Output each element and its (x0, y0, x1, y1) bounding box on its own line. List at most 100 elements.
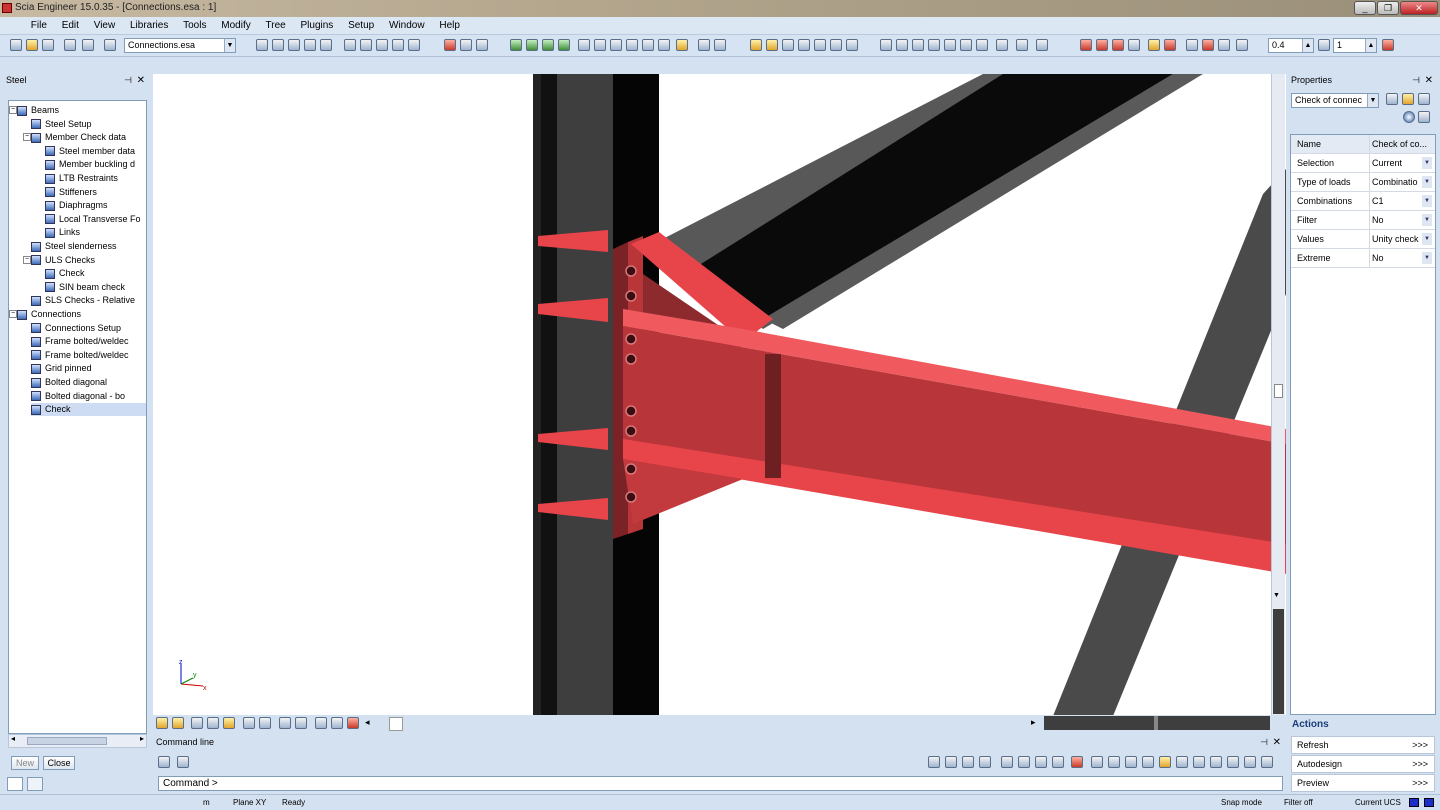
chevron-down-icon[interactable]: ▼ (1422, 176, 1432, 188)
menu-view[interactable]: View (88, 17, 122, 35)
render-icon[interactable] (676, 39, 688, 51)
snap-icon[interactable] (979, 756, 991, 768)
property-row[interactable]: Type of loads Combinatio ▼ (1291, 173, 1435, 192)
snap-icon[interactable] (1227, 756, 1239, 768)
view-tab-icon[interactable] (347, 717, 359, 729)
pin-icon[interactable]: ⊣ (1412, 73, 1420, 88)
tree-item[interactable]: LTB Restraints (45, 172, 118, 185)
results-icon[interactable] (1080, 39, 1092, 51)
tree-item[interactable]: − ULS Checks (23, 254, 95, 267)
undo-icon[interactable] (64, 39, 76, 51)
material-icon[interactable] (304, 39, 316, 51)
tree-item[interactable]: Local Transverse Fo (45, 213, 141, 226)
status-plane[interactable]: Plane XY (233, 795, 266, 810)
chevron-down-icon[interactable]: ▼ (224, 39, 235, 52)
close-window-button[interactable]: ✕ (1400, 1, 1438, 15)
chevron-down-icon[interactable]: ▼ (1422, 214, 1432, 226)
view-tab-blank[interactable] (389, 717, 403, 731)
snap-icon[interactable] (1261, 756, 1273, 768)
select-filter-icon[interactable] (1386, 93, 1398, 105)
column-icon[interactable] (896, 39, 908, 51)
tree-item[interactable]: Steel slenderness (31, 240, 117, 253)
tree-item[interactable]: Frame bolted/weldec (31, 349, 129, 362)
grid-icon[interactable] (976, 39, 988, 51)
target-icon[interactable] (1164, 39, 1176, 51)
viewport-horizontal-scrollbar[interactable] (1044, 716, 1270, 730)
autodesign-action[interactable]: Autodesign >>> (1291, 755, 1435, 773)
chevron-down-icon[interactable]: ▼ (1422, 157, 1432, 169)
properties-combo[interactable]: Check of connec ▼ (1291, 93, 1379, 108)
open-file-icon[interactable] (26, 39, 38, 51)
report-icon[interactable] (392, 39, 404, 51)
ucs-icon[interactable] (1409, 798, 1419, 807)
property-row[interactable]: Selection Current ▼ (1291, 154, 1435, 173)
property-row[interactable]: Combinations C1 ▼ (1291, 192, 1435, 211)
print-preview-icon[interactable] (360, 39, 372, 51)
select-icon[interactable] (444, 39, 456, 51)
chevron-down-icon[interactable]: ▼ (1422, 233, 1432, 245)
view-tab-icon[interactable] (207, 717, 219, 729)
eraser-icon[interactable] (1218, 39, 1230, 51)
menu-plugins[interactable]: Plugins (294, 17, 339, 35)
view-tab-icon[interactable] (172, 717, 184, 729)
redo-icon[interactable] (82, 39, 94, 51)
property-value[interactable]: Check of co... (1372, 135, 1430, 153)
structure-view-icon[interactable] (750, 39, 762, 51)
tree-expand-toggle[interactable]: − (9, 310, 17, 318)
picture-icon[interactable] (408, 39, 420, 51)
view-tab-icon[interactable] (331, 717, 343, 729)
support-view-icon[interactable] (846, 39, 858, 51)
tree-item[interactable]: Steel Setup (31, 118, 92, 131)
tree-item[interactable]: Bolted diagonal (31, 376, 107, 389)
snap-icon[interactable] (1210, 756, 1222, 768)
tree-expand-toggle[interactable]: − (23, 133, 31, 142)
scale-stepper[interactable]: 0.4 ▲ (1268, 38, 1314, 53)
view-tab-icon[interactable] (259, 717, 271, 729)
snap-icon[interactable] (1001, 756, 1013, 768)
scrollbar-thumb[interactable] (1154, 716, 1158, 730)
color-icon[interactable] (1403, 111, 1415, 123)
node-view-icon[interactable] (814, 39, 826, 51)
tree-item[interactable]: Diaphragms (45, 199, 108, 212)
dimension-icon[interactable] (1382, 39, 1394, 51)
zoom-all-icon[interactable] (578, 39, 590, 51)
warning-icon[interactable] (1202, 39, 1214, 51)
truss-icon[interactable] (960, 39, 972, 51)
tree-item[interactable]: Connections Setup (31, 322, 121, 335)
refresh-more-button[interactable]: >>> (1412, 737, 1428, 754)
chevron-down-icon[interactable]: ▼ (1422, 195, 1432, 207)
tree-item[interactable]: SIN beam check (45, 281, 125, 294)
tree-item[interactable]: Links (45, 226, 80, 239)
app-icon[interactable] (2, 3, 12, 13)
labels-icon[interactable] (714, 39, 726, 51)
close-icon[interactable]: ✕ (137, 73, 145, 88)
pin-icon[interactable]: ⊣ (124, 73, 132, 88)
scroll-right-icon[interactable]: ▸ (140, 734, 144, 743)
document-icon[interactable] (376, 39, 388, 51)
app-menu-icon[interactable] (0, 17, 22, 35)
section-icon[interactable] (320, 39, 332, 51)
menu-tools[interactable]: Tools (177, 17, 212, 35)
property-row[interactable]: Extreme No ▼ (1291, 249, 1435, 268)
analysis-icon[interactable] (1036, 39, 1048, 51)
3d-viewport[interactable]: z x y (153, 74, 1286, 716)
library-icon[interactable] (288, 39, 300, 51)
layer-icon[interactable] (256, 39, 268, 51)
scale-icon[interactable] (1318, 39, 1330, 51)
view-z-icon[interactable] (542, 39, 554, 51)
status-filter[interactable]: Filter off (1284, 795, 1313, 810)
preview-action[interactable]: Preview >>> (1291, 774, 1435, 792)
pencil-icon[interactable] (177, 756, 189, 768)
pan-icon[interactable] (658, 39, 670, 51)
refresh-action[interactable]: Refresh >>> (1291, 736, 1435, 754)
zoom-window-icon[interactable] (626, 39, 638, 51)
table-icon[interactable] (272, 39, 284, 51)
member-view-icon[interactable] (798, 39, 810, 51)
find-icon[interactable] (460, 39, 472, 51)
view-tab-icon[interactable] (191, 717, 203, 729)
view-tab-icon[interactable] (223, 717, 235, 729)
filter-icon[interactable] (1402, 93, 1414, 105)
project-icon[interactable] (104, 39, 116, 51)
menu-file[interactable]: File (25, 17, 53, 35)
preview-more-button[interactable]: >>> (1412, 775, 1428, 792)
